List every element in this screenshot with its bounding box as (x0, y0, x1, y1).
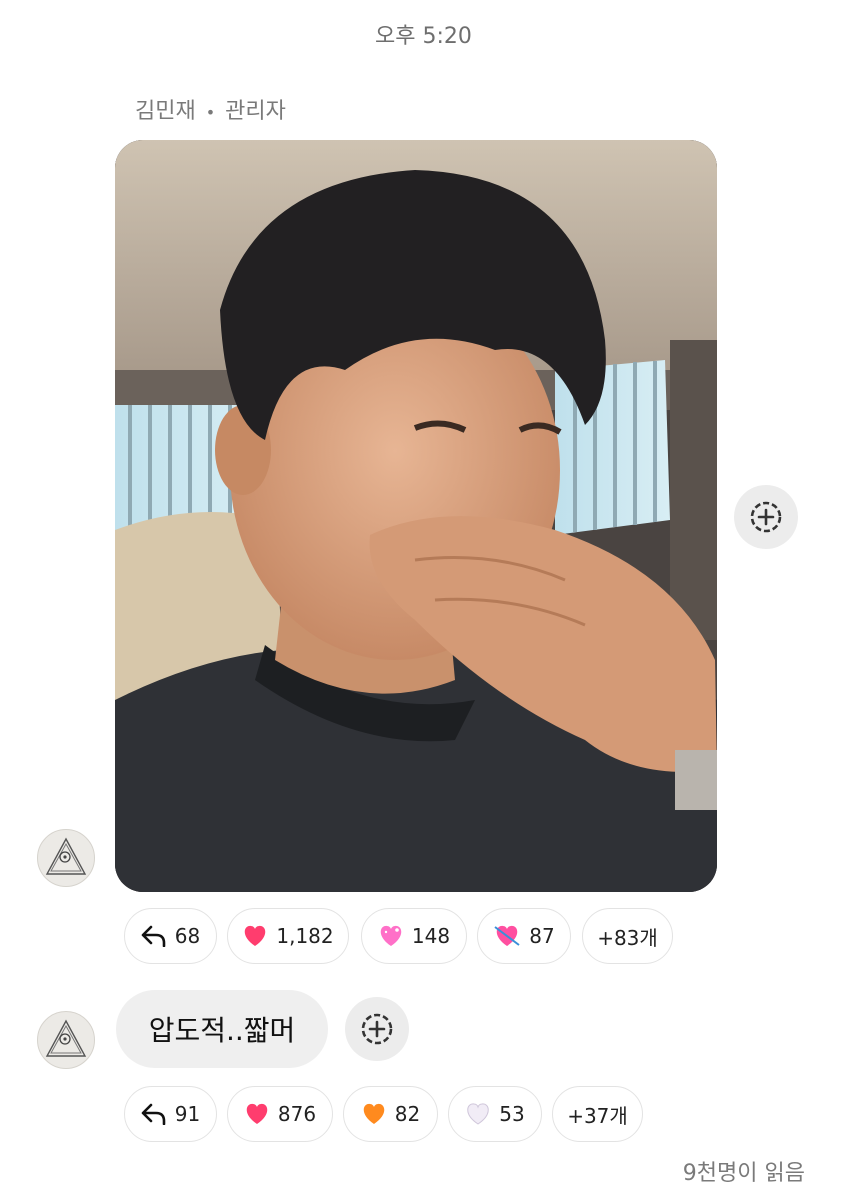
arrow-heart-reaction-chip[interactable]: 87 (477, 908, 571, 964)
more-reactions-chip[interactable]: +83개 (582, 908, 673, 964)
sender-avatar[interactable] (37, 829, 95, 887)
add-reaction-icon (750, 501, 782, 533)
reply-arrow-icon (141, 925, 167, 947)
heart-reaction-chip[interactable]: 1,182 (227, 908, 349, 964)
more-reactions-chip[interactable]: +37개 (552, 1086, 643, 1142)
reactions-row-message-1: 68 1,182 148 87 +83개 (124, 908, 684, 964)
sparkle-heart-reaction-chip[interactable]: 148 (361, 908, 467, 964)
sender-name: 김민재 (135, 99, 196, 124)
separator-dot: • (205, 102, 216, 122)
white-heart-icon (465, 1102, 491, 1126)
sender-avatar[interactable] (37, 1011, 95, 1069)
add-reaction-button[interactable] (345, 997, 409, 1061)
orange-heart-count: 82 (394, 1102, 421, 1126)
orange-heart-reaction-chip[interactable]: 82 (343, 1086, 438, 1142)
avatar-image (45, 837, 87, 875)
sparkle-heart-count: 148 (411, 924, 451, 948)
white-heart-count: 53 (499, 1102, 525, 1126)
reply-count: 68 (174, 924, 201, 948)
reply-arrow-icon (141, 1103, 167, 1125)
add-reaction-button[interactable] (734, 485, 798, 549)
red-heart-icon (244, 1102, 270, 1126)
message-bubble[interactable]: 압도적..짧머 (116, 990, 328, 1068)
add-reaction-icon (361, 1013, 393, 1045)
sender-header: 김민재 • 관리자 (135, 93, 286, 125)
read-count: 9천명이 읽음 (682, 1161, 805, 1186)
arrow-heart-count: 87 (529, 924, 555, 948)
sparkling-heart-icon (378, 924, 404, 948)
heart-count: 876 (277, 1102, 317, 1126)
sender-role: 관리자 (225, 99, 286, 124)
red-heart-icon (242, 924, 268, 948)
orange-heart-icon (361, 1102, 387, 1126)
reactions-row-message-2: 91 876 82 53 +37개 (124, 1086, 654, 1142)
reply-chip[interactable]: 68 (124, 908, 217, 964)
heart-count: 1,182 (276, 924, 334, 948)
heart-with-arrow-icon (493, 924, 521, 948)
heart-reaction-chip[interactable]: 876 (227, 1086, 333, 1142)
reply-count: 91 (174, 1102, 201, 1126)
message-timestamp: 오후 5:20 (375, 24, 472, 49)
avatar-image (45, 1019, 87, 1057)
reply-chip[interactable]: 91 (124, 1086, 217, 1142)
white-heart-reaction-chip[interactable]: 53 (448, 1086, 542, 1142)
more-reactions-count: +83개 (597, 925, 658, 950)
photo-image (115, 140, 717, 892)
more-reactions-count: +37개 (567, 1103, 628, 1128)
photo-message[interactable] (115, 140, 717, 892)
